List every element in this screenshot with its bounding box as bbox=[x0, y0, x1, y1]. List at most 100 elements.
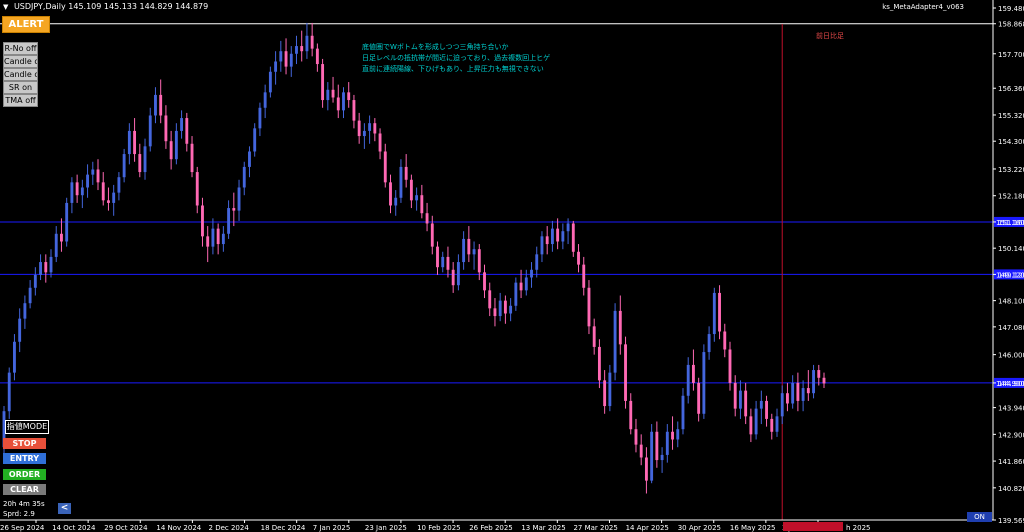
candle-body bbox=[472, 249, 476, 255]
candle-body bbox=[373, 123, 377, 134]
time-tick-label: 7 Jan 2025 bbox=[313, 524, 351, 532]
candle-body bbox=[39, 262, 42, 275]
candle-body bbox=[498, 300, 502, 317]
candle-toggle-2[interactable]: Candle of bbox=[3, 68, 38, 81]
time-tick-label: 27 Mar 2025 bbox=[573, 524, 617, 532]
candle-body bbox=[279, 51, 283, 62]
candle-body bbox=[263, 92, 267, 108]
candle-body bbox=[138, 154, 142, 173]
candle-body bbox=[582, 264, 586, 288]
candle-body bbox=[415, 195, 419, 201]
candle-body bbox=[749, 416, 753, 435]
candle-toggle-1[interactable]: Candle of bbox=[3, 55, 38, 68]
stop-button[interactable]: STOP bbox=[3, 438, 46, 449]
alert-button[interactable]: ALERT bbox=[2, 16, 50, 33]
candle-body bbox=[242, 166, 246, 188]
candle-body bbox=[258, 107, 262, 129]
candle-body bbox=[718, 292, 721, 332]
candle-body bbox=[791, 382, 795, 404]
price-tick-label: 156.360 bbox=[998, 85, 1024, 93]
candle-body bbox=[347, 92, 351, 101]
price-tick-label: 143.940 bbox=[998, 405, 1024, 413]
candle-body bbox=[33, 274, 37, 288]
candle-body bbox=[556, 228, 560, 242]
price-chart[interactable]: 151.160 149.120 144.900 159.480 158.868 157.… bbox=[0, 0, 1024, 532]
candle-body bbox=[728, 349, 732, 383]
tma-toggle[interactable]: TMA off bbox=[3, 94, 38, 107]
time-tick-label: 14 Apr 2025 bbox=[626, 524, 669, 532]
candle-body bbox=[644, 457, 648, 481]
price-tick-label: 149.120 bbox=[998, 271, 1024, 279]
candle-body bbox=[456, 262, 460, 286]
limit-mode-button[interactable]: 指値MODE bbox=[5, 420, 49, 434]
candle-body bbox=[143, 146, 147, 173]
candle-body bbox=[691, 364, 695, 383]
chart-header: ▼ USDJPY,Daily 145.109 145.133 144.829 1… bbox=[3, 2, 208, 11]
candle-body bbox=[702, 352, 706, 414]
r-no-toggle[interactable]: R-No off bbox=[3, 42, 38, 55]
candle-body bbox=[613, 310, 617, 373]
entry-button[interactable]: ENTRY bbox=[3, 453, 46, 464]
candle-body bbox=[289, 53, 293, 67]
candle-body bbox=[608, 372, 612, 407]
candle-body bbox=[122, 154, 126, 178]
spread-label: Sprd: 2.9 bbox=[3, 510, 35, 518]
symbol-label: USDJPY,Daily bbox=[13, 2, 66, 11]
candle-body bbox=[806, 388, 810, 394]
candle-body bbox=[822, 377, 826, 384]
candle-body bbox=[738, 390, 742, 409]
candle-body bbox=[164, 115, 168, 142]
candle-body bbox=[660, 454, 664, 461]
candle-body bbox=[671, 431, 674, 440]
candle-body bbox=[18, 318, 22, 342]
candle-body bbox=[284, 51, 288, 67]
candle-body bbox=[216, 228, 220, 245]
time-tick-label: 16 May 2025 bbox=[730, 524, 776, 532]
time-tick-label: 26 Sep 2024 bbox=[0, 524, 45, 532]
candle-body bbox=[817, 370, 821, 378]
candle-body bbox=[524, 277, 528, 291]
candle-body bbox=[530, 269, 533, 278]
candle-body bbox=[268, 71, 272, 93]
sr-toggle[interactable]: SR on bbox=[3, 81, 38, 94]
candle-body bbox=[425, 213, 429, 224]
left-arrow-icon[interactable]: < bbox=[58, 503, 71, 514]
clear-button[interactable]: CLEAR bbox=[3, 484, 46, 495]
candle-body bbox=[112, 192, 116, 203]
candle-body bbox=[561, 231, 565, 242]
current-time-marker bbox=[783, 522, 843, 531]
order-button[interactable]: ORDER bbox=[3, 469, 46, 480]
candle-body bbox=[786, 393, 789, 404]
candle-body bbox=[378, 133, 382, 152]
candle-body bbox=[514, 282, 518, 306]
candle-body bbox=[477, 249, 481, 273]
candle-body bbox=[211, 228, 215, 247]
candle-body bbox=[352, 100, 356, 121]
price-tick-label: 139.569 bbox=[998, 517, 1024, 525]
candle-body bbox=[624, 344, 627, 401]
candle-body bbox=[127, 130, 131, 155]
candle-body bbox=[336, 97, 340, 111]
candle-body bbox=[540, 236, 544, 255]
candle-body bbox=[13, 341, 16, 373]
candle-body bbox=[723, 331, 727, 350]
candle-body bbox=[409, 179, 413, 201]
candle-body bbox=[665, 431, 669, 455]
candle-body bbox=[493, 308, 497, 317]
candle-body bbox=[44, 262, 48, 273]
ohlc-label: 145.109 145.133 144.829 144.879 bbox=[68, 2, 209, 11]
candle-body bbox=[315, 48, 319, 65]
candle-body bbox=[70, 182, 74, 203]
candle-body bbox=[545, 236, 549, 245]
collapse-triangle-icon[interactable]: ▼ bbox=[3, 3, 8, 11]
on-button[interactable]: ON bbox=[967, 512, 992, 522]
candle-body bbox=[7, 372, 11, 412]
candle-body bbox=[603, 380, 607, 407]
price-tick-label: 142.900 bbox=[998, 431, 1024, 439]
price-tick-label: 146.000 bbox=[998, 352, 1024, 360]
candle-body bbox=[394, 197, 398, 206]
candle-body bbox=[232, 208, 236, 211]
candle-body bbox=[180, 118, 184, 131]
candle-body bbox=[759, 400, 763, 409]
candle-body bbox=[592, 326, 596, 347]
